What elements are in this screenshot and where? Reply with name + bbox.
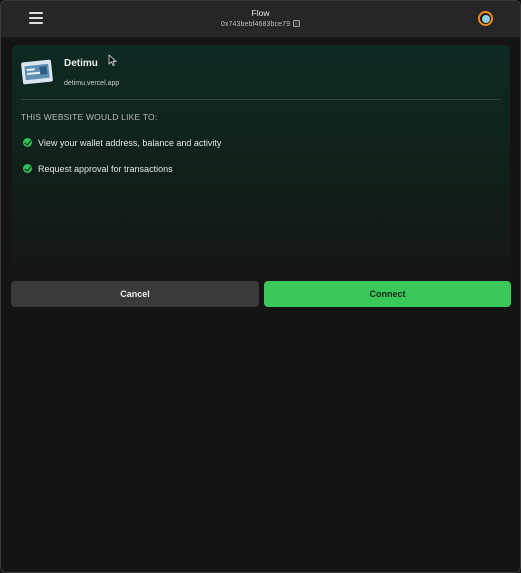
- permissions-heading: THIS WEBSITE WOULD LIKE TO:: [21, 112, 158, 122]
- avatar-core: [481, 14, 490, 23]
- permission-item: View your wallet address, balance and ac…: [23, 138, 221, 148]
- check-circle-icon: [23, 138, 32, 147]
- cancel-button[interactable]: Cancel: [11, 281, 259, 307]
- permission-item: Request approval for transactions: [23, 164, 173, 174]
- connection-request-card: Detimu detimu.vercel.app THIS WEBSITE WO…: [12, 45, 510, 277]
- app-frame: Flow 0x743bebf4683bce79 Detimu detimu.ve…: [0, 0, 521, 573]
- top-bar: Flow 0x743bebf4683bce79: [1, 1, 520, 38]
- copy-icon[interactable]: [293, 20, 301, 27]
- check-circle-icon: [23, 164, 32, 173]
- site-logo-icon: [21, 59, 53, 85]
- connect-button[interactable]: Connect: [264, 281, 511, 307]
- permission-label: Request approval for transactions: [38, 164, 173, 174]
- network-title: Flow: [251, 8, 270, 18]
- wallet-address-row: 0x743bebf4683bce79: [1, 20, 520, 28]
- site-name: Detimu: [64, 58, 98, 69]
- mouse-cursor-icon: [108, 54, 117, 67]
- site-url: detimu.vercel.app: [64, 80, 120, 87]
- divider: [21, 99, 501, 100]
- account-avatar[interactable]: [478, 11, 493, 26]
- permission-label: View your wallet address, balance and ac…: [38, 138, 222, 148]
- wallet-address: 0x743bebf4683bce79: [220, 21, 291, 28]
